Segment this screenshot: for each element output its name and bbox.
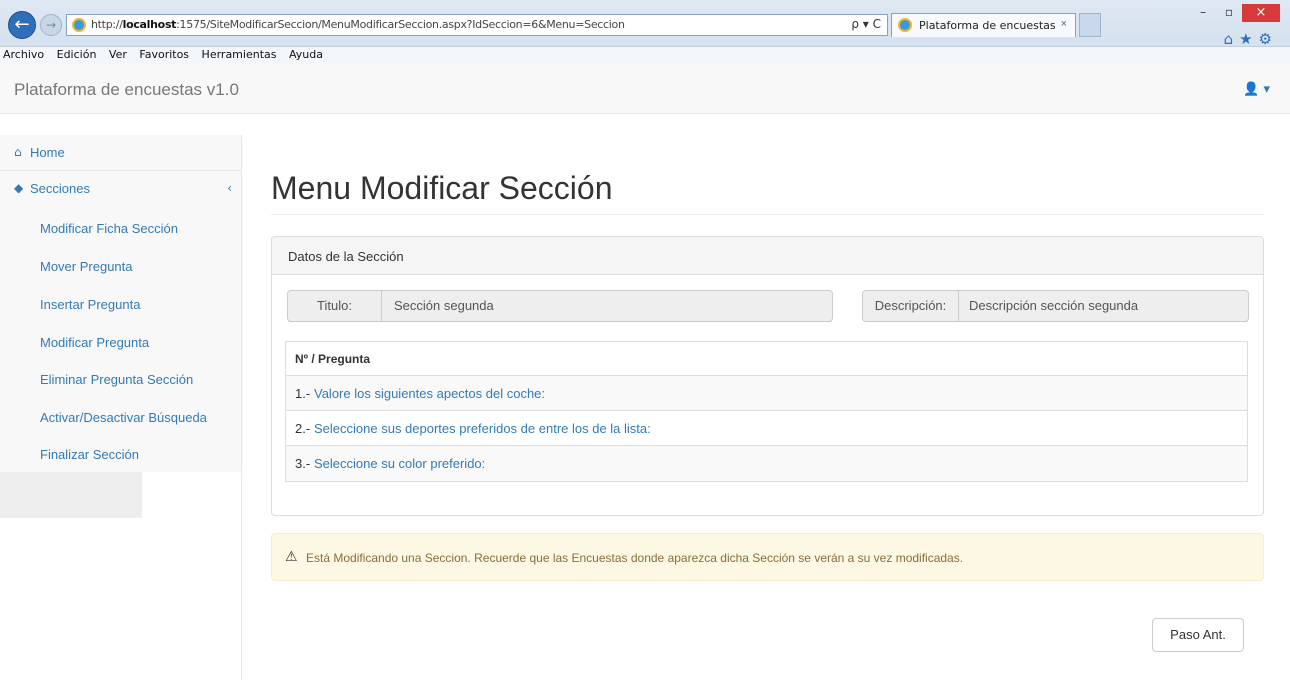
table-row: 3.- Seleccione su color preferido:: [286, 446, 1247, 481]
sidebar-subitem-eliminar-pregunta[interactable]: Eliminar Pregunta Sección: [0, 361, 242, 399]
brand-title[interactable]: Plataforma de encuestas v1.0: [14, 80, 239, 100]
question-number: 3.-: [295, 456, 311, 471]
section-data-panel: Datos de la Sección Titulo: Sección segu…: [271, 236, 1264, 516]
warning-icon: ⚠: [285, 549, 298, 565]
sidebar-lower-column: [142, 472, 242, 680]
titulo-field: Titulo: Sección segunda: [287, 290, 833, 322]
sidebar-subitem-activar-busqueda[interactable]: Activar/Desactivar Búsqueda: [0, 399, 242, 437]
question-number: 2.-: [295, 421, 311, 436]
close-window-icon[interactable]: ×: [1242, 4, 1280, 22]
address-bar[interactable]: http://localhost:1575/SiteModificarSecci…: [66, 14, 888, 36]
new-tab-button[interactable]: [1079, 13, 1101, 37]
sidebar-subitem-modificar-pregunta[interactable]: Modificar Pregunta: [0, 324, 242, 362]
question-link[interactable]: Seleccione sus deportes preferidos de en…: [314, 421, 651, 436]
question-link[interactable]: Seleccione su color preferido:: [314, 456, 485, 471]
menu-edicion[interactable]: Edición: [57, 47, 97, 63]
menu-ver[interactable]: Ver: [109, 47, 127, 63]
panel-heading: Datos de la Sección: [272, 237, 1263, 275]
descripcion-label: Descripción:: [863, 291, 959, 321]
table-row: 1.- Valore los siguientes apectos del co…: [286, 376, 1247, 411]
menu-favoritos[interactable]: Favoritos: [139, 47, 189, 63]
sidebar: ⌂ Home ◆ Secciones ‹ Modificar Ficha Sec…: [0, 135, 242, 472]
address-url[interactable]: http://localhost:1575/SiteModificarSecci…: [91, 18, 625, 31]
search-refresh-icons[interactable]: ρ ▾ C: [851, 17, 881, 31]
titulo-label: Titulo:: [288, 291, 382, 321]
user-icon: 👤: [1243, 82, 1260, 97]
descripcion-field: Descripción: Descripción sección segunda: [862, 290, 1249, 322]
titulo-value: Sección segunda: [394, 298, 494, 313]
title-divider: [271, 214, 1264, 215]
minimize-icon[interactable]: –: [1190, 4, 1216, 22]
alert-message: Está Modificando una Seccion. Recuerde q…: [306, 551, 964, 565]
window-controls: – ▫ ×: [1190, 3, 1280, 23]
questions-table: Nº / Pregunta 1.- Valore los siguientes …: [285, 341, 1248, 482]
maximize-icon[interactable]: ▫: [1216, 4, 1242, 22]
caret-down-icon: ▾: [1263, 82, 1270, 97]
sidebar-item-label: Secciones: [30, 181, 90, 196]
warning-alert: ⚠ Está Modificando una Seccion. Recuerde…: [271, 533, 1264, 581]
descripcion-value: Descripción sección segunda: [969, 298, 1139, 313]
forward-arrow-icon[interactable]: →: [40, 14, 62, 36]
panel-heading-text: Datos de la Sección: [288, 249, 404, 264]
tab-close-icon[interactable]: ×: [1061, 18, 1067, 30]
chevron-left-icon: ‹: [227, 181, 232, 195]
tab-title: Plataforma de encuestas: [919, 19, 1056, 32]
menu-herramientas[interactable]: Herramientas: [202, 47, 277, 63]
tags-icon: ◆: [14, 181, 24, 195]
sidebar-item-secciones[interactable]: ◆ Secciones ‹: [0, 171, 242, 209]
sidebar-subitem-insertar-pregunta[interactable]: Insertar Pregunta: [0, 286, 242, 324]
previous-step-button[interactable]: Paso Ant.: [1152, 618, 1244, 652]
home-icon: ⌂: [14, 145, 22, 159]
sidebar-item-home[interactable]: ⌂ Home: [0, 135, 242, 171]
sidebar-subitem-modificar-ficha[interactable]: Modificar Ficha Sección: [0, 210, 242, 248]
tab-ie-icon: [898, 18, 912, 32]
app-navbar: Plataforma de encuestas v1.0 👤 ▾: [0, 64, 1290, 114]
menu-ayuda[interactable]: Ayuda: [289, 47, 323, 63]
sidebar-item-label: Home: [30, 145, 65, 160]
question-link[interactable]: Valore los siguientes apectos del coche:: [314, 386, 545, 401]
browser-tab[interactable]: Plataforma de encuestas ×: [891, 13, 1076, 37]
browser-chrome: ← → http://localhost:1575/SiteModificarS…: [0, 0, 1290, 64]
question-number: 1.-: [295, 386, 311, 401]
sidebar-subitem-finalizar-seccion[interactable]: Finalizar Sección: [0, 436, 242, 474]
table-header-label: Nº / Pregunta: [295, 352, 371, 366]
menu-archivo[interactable]: Archivo: [3, 47, 44, 63]
ie-icon: [72, 18, 86, 32]
table-row: 2.- Seleccione sus deportes preferidos d…: [286, 411, 1247, 446]
sidebar-subitem-mover-pregunta[interactable]: Mover Pregunta: [0, 248, 242, 286]
table-header: Nº / Pregunta: [286, 342, 1247, 376]
page-title: Menu Modificar Sección: [271, 170, 613, 206]
user-menu[interactable]: 👤 ▾: [1243, 82, 1270, 97]
menu-bar: Archivo Edición Ver Favoritos Herramient…: [0, 46, 1290, 64]
back-arrow-icon[interactable]: ←: [8, 11, 36, 39]
